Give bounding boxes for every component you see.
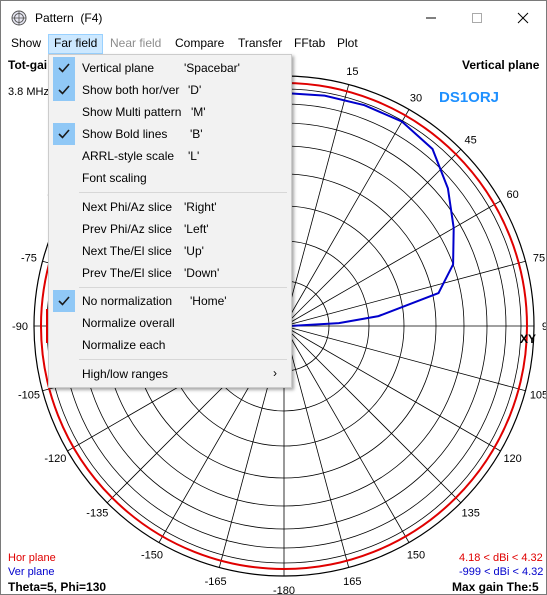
max-gain-readout: Max gain The:5	[452, 580, 539, 594]
ver-plane-trace	[283, 92, 455, 327]
close-button[interactable]	[500, 1, 546, 34]
menu-transfer[interactable]: Transfer	[233, 34, 287, 54]
menu-prev-the[interactable]: Prev The/El slice 'Down'	[51, 262, 289, 284]
angle-label: 45	[465, 134, 477, 146]
angle-label: 165	[343, 576, 361, 588]
ver-plane-legend: Ver plane	[8, 566, 55, 578]
grid-spoke	[283, 84, 350, 327]
xy-axis-label: XY	[520, 332, 537, 346]
total-gain-label: Tot-gai	[8, 58, 48, 72]
grid-spoke	[283, 325, 350, 568]
checkmark-icon	[53, 290, 75, 312]
minimize-button[interactable]	[408, 1, 454, 34]
menu-high-low-ranges[interactable]: High/low ranges ›	[51, 363, 289, 385]
menu-prev-phi[interactable]: Prev Phi/Az slice 'Left'	[51, 218, 289, 240]
menu-normalize-each[interactable]: Normalize each	[51, 334, 289, 356]
angle-label: 90	[542, 321, 546, 333]
menu-near-field[interactable]: Near field	[105, 34, 166, 54]
angle-label: 30	[410, 92, 422, 104]
angle-label: 120	[503, 453, 521, 465]
frequency-label: 3.8 MHz	[8, 86, 49, 98]
maximize-button[interactable]	[454, 1, 500, 34]
menu-next-phi[interactable]: Next Phi/Az slice 'Right'	[51, 196, 289, 218]
grid-spoke	[283, 148, 462, 327]
menu-fftab[interactable]: FFtab	[289, 34, 330, 54]
menu-show-both[interactable]: Show both hor/ver 'D'	[51, 79, 289, 101]
angle-label: -165	[205, 576, 227, 588]
angle-label: -75	[21, 253, 37, 265]
grid-spoke	[283, 325, 462, 504]
angle-label: 135	[461, 508, 479, 520]
angle-label: 15	[346, 66, 358, 78]
callsign-label: DS1ORJ	[439, 89, 500, 106]
chevron-right-icon: ›	[273, 366, 277, 380]
menu-bar: Show Far field Near field Compare Transf…	[1, 34, 546, 54]
grid-spoke	[283, 260, 526, 327]
angle-label: -90	[12, 321, 28, 333]
menu-far-field[interactable]: Far field	[48, 34, 104, 54]
angle-label: 60	[507, 189, 519, 201]
far-field-dropdown: Vertical plane 'Spacebar' Show both hor/…	[48, 54, 292, 388]
checkmark-icon	[53, 123, 75, 145]
angle-label: -150	[141, 550, 163, 562]
checkmark-icon	[53, 79, 75, 101]
menu-separator	[79, 359, 287, 360]
menu-separator	[79, 287, 287, 288]
hor-gain-range: 4.18 < dBi < 4.32	[459, 552, 543, 564]
close-icon	[517, 12, 529, 23]
angle-label: -105	[18, 389, 40, 401]
menu-arrl-scale[interactable]: ARRL-style scale 'L'	[51, 145, 289, 167]
plane-title: Vertical plane	[462, 58, 540, 72]
ver-gain-range: -999 < dBi < 4.32	[459, 566, 544, 578]
angle-label: 75	[533, 253, 545, 265]
menu-compare[interactable]: Compare	[170, 34, 229, 54]
menu-show[interactable]: Show	[6, 34, 46, 54]
window-title: Pattern (F4)	[35, 11, 103, 25]
angle-label: -180	[273, 585, 295, 595]
angle-label: 105	[530, 389, 546, 401]
theta-phi-readout: Theta=5, Phi=130	[8, 580, 107, 594]
menu-plot[interactable]: Plot	[332, 34, 363, 54]
menu-separator	[79, 192, 287, 193]
checkmark-icon	[53, 57, 75, 79]
grid-spoke	[283, 325, 526, 392]
angle-label: 150	[407, 550, 425, 562]
maximize-icon	[472, 12, 482, 23]
menu-no-normalization[interactable]: No normalization 'Home'	[51, 290, 289, 312]
angle-label: -120	[44, 453, 66, 465]
pattern-window: Pattern (F4) Show Far field Near field C…	[0, 0, 547, 595]
hor-plane-legend: Hor plane	[8, 552, 56, 564]
menu-vertical-plane[interactable]: Vertical plane 'Spacebar'	[51, 57, 289, 79]
menu-show-bold[interactable]: Show Bold lines 'B'	[51, 123, 289, 145]
minimize-icon	[426, 17, 436, 18]
menu-next-the[interactable]: Next The/El slice 'Up'	[51, 240, 289, 262]
title-bar[interactable]: Pattern (F4)	[1, 1, 546, 34]
angle-label: -135	[86, 508, 108, 520]
menu-normalize-overall[interactable]: Normalize overall	[51, 312, 289, 334]
menu-font-scaling[interactable]: Font scaling	[51, 167, 289, 189]
app-icon	[11, 10, 27, 26]
menu-show-multi[interactable]: Show Multi pattern 'M'	[51, 101, 289, 123]
